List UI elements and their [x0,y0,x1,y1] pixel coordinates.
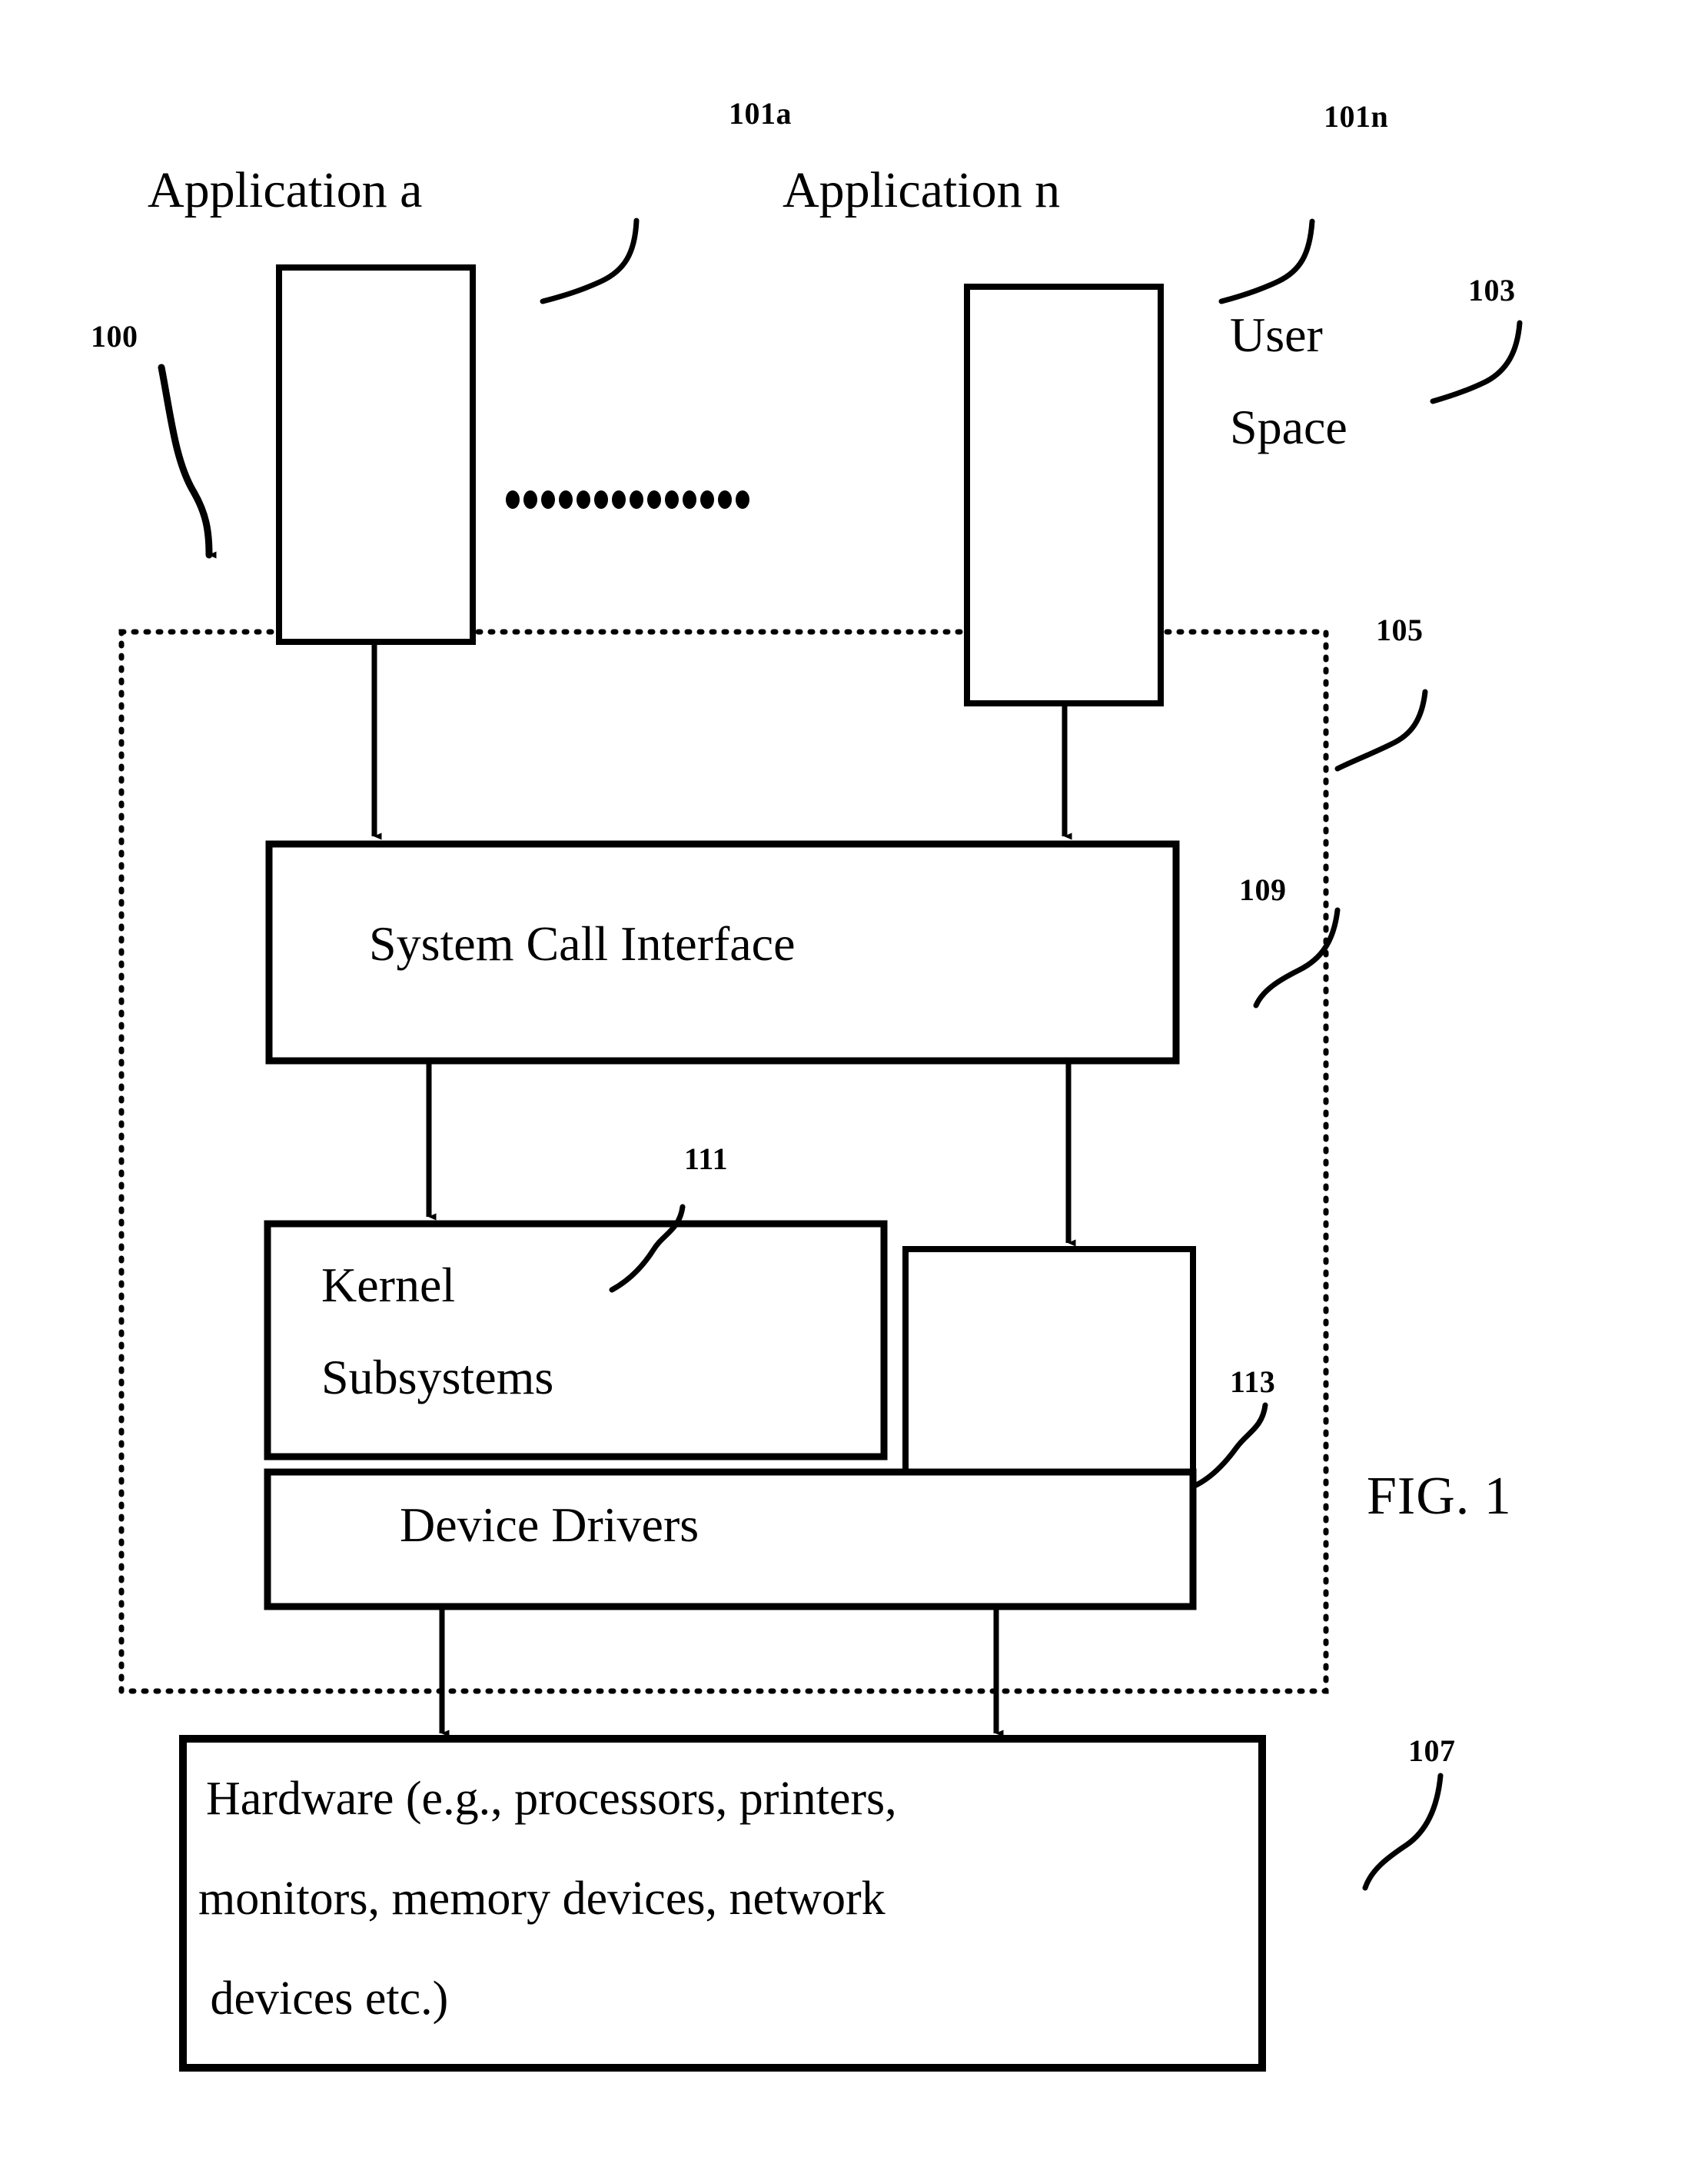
figure-caption: FIG. 1 [1367,1467,1512,1526]
reference-numeral-111: 111 [684,1141,729,1176]
hardware-label-line2: monitors, memory devices, network [198,1873,886,1925]
system-call-interface-label: System Call Interface [369,916,796,971]
ellipsis-dots [506,490,749,509]
leader-line-105 [1334,689,1428,772]
user-space-label-line2: Space [1230,400,1347,454]
reference-numeral-103: 103 [1468,273,1516,307]
patent-figure: 100 Application a 101a Application n 101… [0,0,1708,2160]
leader-line-101n [1218,218,1315,304]
application-a-title: Application a [148,162,423,218]
figure-drawing-canvas [118,218,1523,2072]
kernel-subsystems-label-line1: Kernel [321,1258,456,1312]
reference-numeral-105: 105 [1376,613,1424,647]
leader-line-107 [1362,1773,1444,1891]
application-n-title: Application n [783,162,1061,218]
reference-numeral-101n: 101n [1324,99,1389,134]
reference-numeral-107: 107 [1408,1733,1456,1768]
leader-line-100 [158,364,217,559]
user-space-label-line1: User [1230,307,1323,362]
leader-line-101a [540,218,640,304]
kernel-subsystems-label-line2: Subsystems [321,1350,554,1404]
reference-numeral-109: 109 [1239,872,1287,907]
reference-numeral-101a: 101a [729,96,792,131]
leader-line-103 [1430,320,1523,404]
application-a-box [276,264,476,645]
reference-numeral-100: 100 [91,319,138,354]
hardware-label-line3: devices etc.) [198,1972,449,2025]
hardware-label-line1: Hardware (e.g., processors, printers, [206,1773,897,1825]
leader-line-113 [1190,1402,1268,1490]
reference-numeral-113: 113 [1230,1364,1276,1399]
application-n-box [964,284,1164,706]
device-drivers-label: Device Drivers [400,1497,699,1552]
